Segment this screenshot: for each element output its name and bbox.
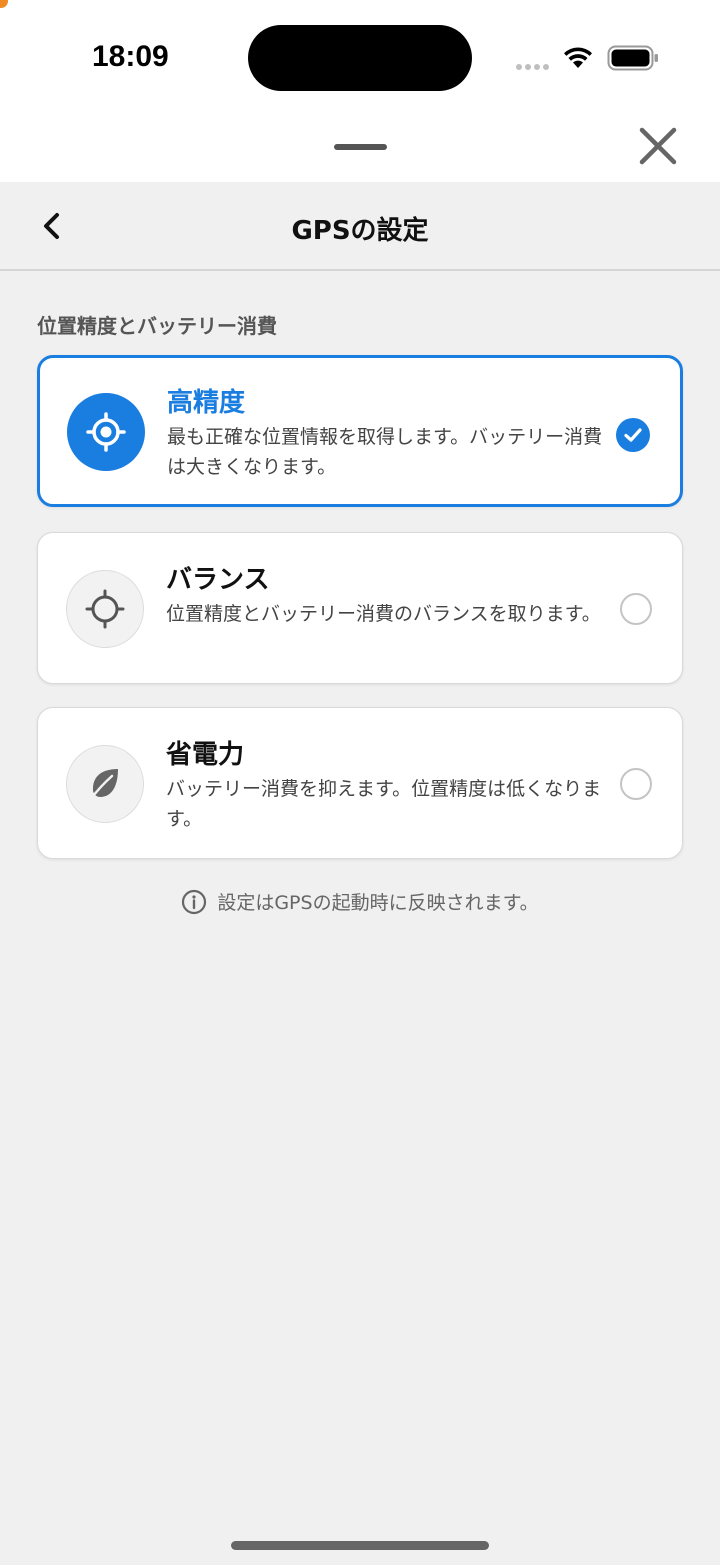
option-balance[interactable]: バランス 位置精度とバッテリー消費のバランスを取ります。 xyxy=(37,532,683,684)
wifi-icon xyxy=(564,47,592,68)
checkmark-icon xyxy=(624,428,642,442)
close-icon[interactable] xyxy=(636,124,680,168)
option-description: 最も正確な位置情報を取得します。バッテリー消費は大きくなります。 xyxy=(167,426,603,478)
home-indicator[interactable] xyxy=(231,1541,489,1550)
dynamic-island xyxy=(248,25,472,91)
battery-icon xyxy=(607,45,658,71)
cellular-signal-icon xyxy=(516,64,549,70)
option-title: 省電力 xyxy=(166,740,245,770)
sheet-grabber[interactable] xyxy=(334,144,387,150)
option-power-saving[interactable]: 省電力 バッテリー消費を抑えます。位置精度は低くなります。 xyxy=(37,707,683,859)
option-title: 高精度 xyxy=(167,388,246,418)
status-time: 18:09 xyxy=(92,40,169,73)
option-icon-container xyxy=(67,393,145,471)
section-label: 位置精度とバッテリー消費 xyxy=(37,314,277,338)
leaf-icon xyxy=(88,769,118,802)
option-high-accuracy[interactable]: 高精度 最も正確な位置情報を取得します。バッテリー消費は大きくなります。 xyxy=(37,355,683,507)
radio-unselected[interactable] xyxy=(620,768,652,800)
option-description: 位置精度とバッテリー消費のバランスを取ります。 xyxy=(166,603,601,625)
info-note-text: 設定はGPSの起動時に反映されます。 xyxy=(217,892,539,914)
page-title: GPSの設定 xyxy=(291,216,429,246)
info-icon xyxy=(182,889,207,914)
info-note: 設定はGPSの起動時に反映されます。 xyxy=(0,888,720,915)
radio-unselected[interactable] xyxy=(620,593,652,625)
navigation-header: GPSの設定 xyxy=(0,182,720,271)
option-icon-container xyxy=(66,745,144,823)
option-description: バッテリー消費を抑えます。位置精度は低くなります。 xyxy=(166,778,602,830)
option-icon-container xyxy=(66,570,144,648)
option-title: バランス xyxy=(166,565,270,595)
crosshair-icon xyxy=(85,589,125,629)
radio-selected[interactable] xyxy=(616,418,650,452)
target-icon xyxy=(86,412,126,452)
